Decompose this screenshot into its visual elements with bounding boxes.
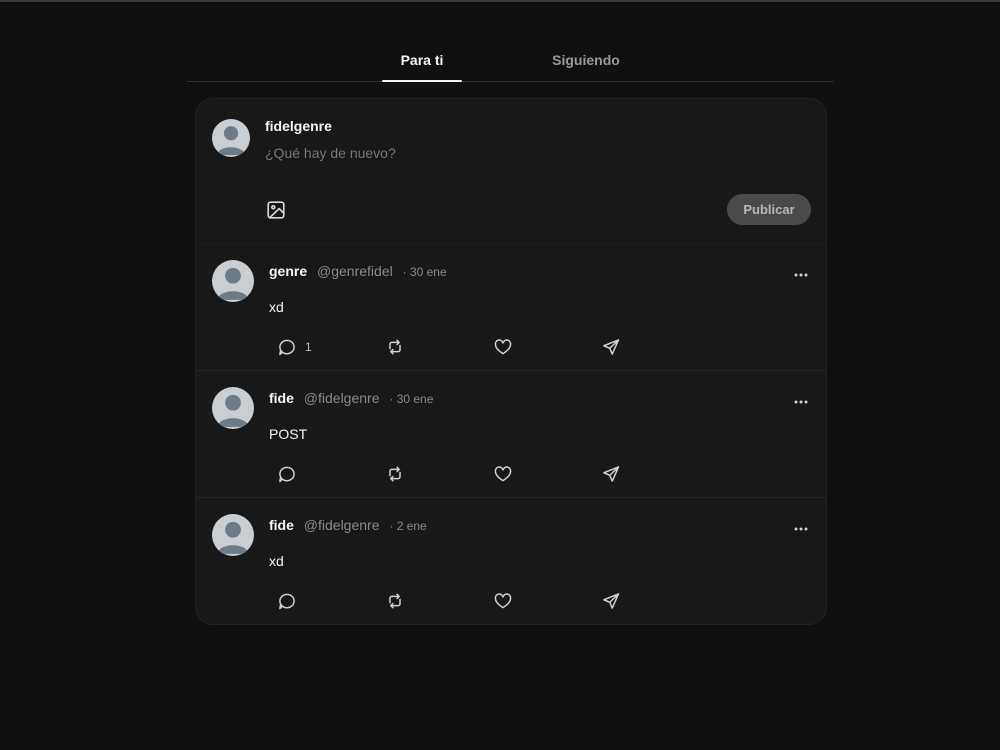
reply-button[interactable] [277, 590, 305, 612]
chat-bubble-icon [279, 466, 295, 483]
post-text: POST [269, 426, 308, 442]
post-date: · 2 ene [389, 519, 427, 533]
reply-button[interactable]: 1 [277, 336, 312, 358]
post-author-name[interactable]: genre [269, 263, 307, 279]
repost-button[interactable] [385, 336, 405, 358]
feed-card: fidelgenre Publicar genre @genrefidel · … [195, 98, 827, 625]
send-icon [603, 339, 620, 355]
image-icon[interactable] [265, 199, 287, 221]
post-date: · 30 ene [389, 392, 434, 406]
like-button[interactable] [493, 336, 513, 358]
heart-icon [494, 339, 512, 355]
avatar[interactable] [212, 119, 250, 157]
repost-icon [389, 593, 401, 609]
repost-button[interactable] [385, 463, 405, 485]
post-actions: 1 [269, 336, 689, 358]
post-header: fide @fidelgenre · 2 ene [269, 517, 427, 533]
post-text: xd [269, 553, 284, 569]
repost-button[interactable] [385, 590, 405, 612]
feed-tabs: Para ti Siguiendo [187, 40, 834, 82]
like-button[interactable] [493, 463, 513, 485]
reply-count: 1 [305, 340, 312, 354]
avatar[interactable] [212, 514, 254, 556]
avatar[interactable] [212, 260, 254, 302]
chat-bubble-icon [279, 339, 295, 356]
share-button[interactable] [601, 463, 621, 485]
heart-icon [494, 466, 512, 482]
post-author-name[interactable]: fide [269, 517, 294, 533]
send-icon [603, 466, 620, 482]
repost-icon [389, 466, 401, 482]
more-horizontal-icon[interactable] [792, 266, 810, 284]
post-header: fide @fidelgenre · 30 ene [269, 390, 433, 406]
avatar[interactable] [212, 387, 254, 429]
send-icon [603, 593, 620, 609]
post-date: · 30 ene [402, 265, 447, 279]
more-horizontal-icon[interactable] [792, 520, 810, 538]
like-button[interactable] [493, 590, 513, 612]
publish-button[interactable]: Publicar [727, 194, 811, 225]
window-top-border [0, 0, 1000, 2]
post-author-handle: @genrefidel [317, 263, 393, 279]
post-text: xd [269, 299, 284, 315]
post-actions [269, 590, 689, 612]
heart-icon [494, 593, 512, 609]
tab-for-you[interactable]: Para ti [367, 40, 477, 82]
more-horizontal-icon[interactable] [792, 393, 810, 411]
post-composer: fidelgenre Publicar [196, 99, 826, 245]
post-author-name[interactable]: fide [269, 390, 294, 406]
share-button[interactable] [601, 590, 621, 612]
post-header: genre @genrefidel · 30 ene [269, 263, 447, 279]
tab-following[interactable]: Siguiendo [531, 40, 641, 81]
post-item: genre @genrefidel · 30 ene xd 1 [196, 244, 826, 371]
composer-username: fidelgenre [265, 118, 332, 134]
post-actions [269, 463, 689, 485]
post-item: fide @fidelgenre · 30 ene POST [196, 371, 826, 498]
post-author-handle: @fidelgenre [303, 390, 380, 406]
repost-icon [389, 339, 401, 355]
composer-input[interactable] [265, 143, 745, 163]
post-item: fide @fidelgenre · 2 ene xd [196, 498, 826, 624]
reply-button[interactable] [277, 463, 305, 485]
chat-bubble-icon [279, 593, 295, 610]
post-author-handle: @fidelgenre [303, 517, 380, 533]
share-button[interactable] [601, 336, 621, 358]
